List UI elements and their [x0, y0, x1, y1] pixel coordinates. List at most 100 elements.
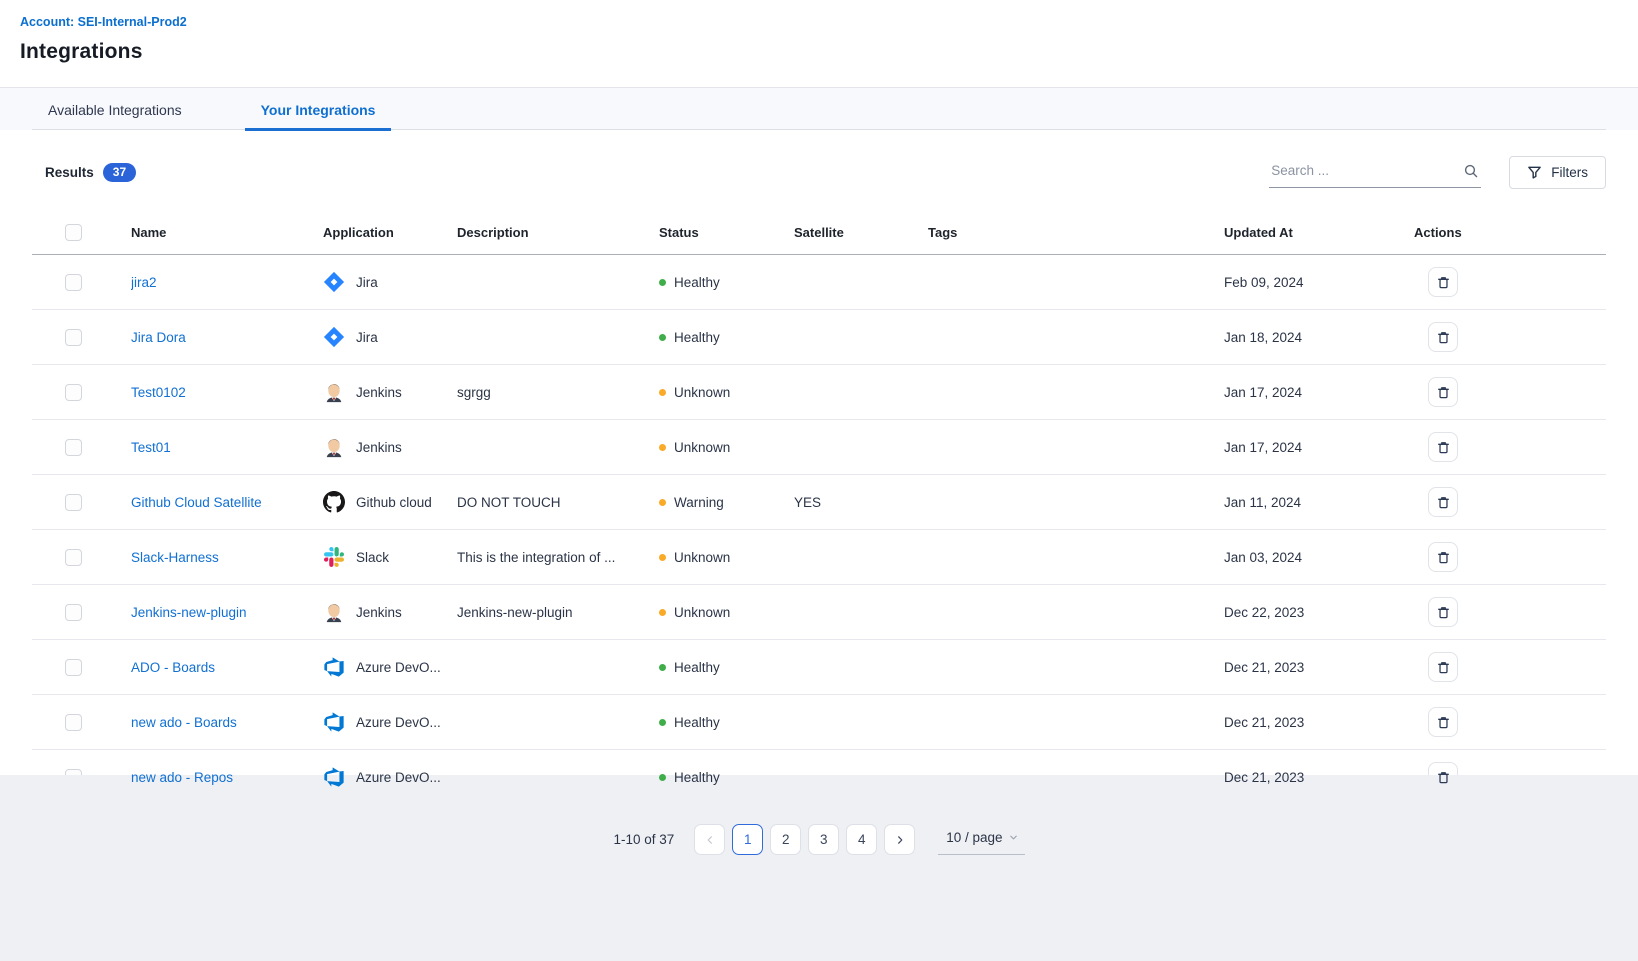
row-checkbox[interactable]	[65, 494, 82, 511]
description-cell: DO NOT TOUCH	[457, 475, 659, 530]
delete-button[interactable]	[1428, 432, 1458, 462]
status-label: Healthy	[674, 770, 720, 785]
column-header-actions: Actions	[1414, 212, 1606, 255]
column-header-tags: Tags	[928, 212, 1224, 255]
integration-name-link[interactable]: new ado - Boards	[131, 715, 237, 730]
status-label: Healthy	[674, 330, 720, 345]
column-header-description: Description	[457, 212, 659, 255]
description-cell	[457, 310, 659, 365]
azure-devops-icon	[323, 766, 345, 788]
description-cell: Jenkins-new-plugin	[457, 585, 659, 640]
description-cell	[457, 420, 659, 475]
table-header-row: NameApplicationDescriptionStatusSatellit…	[32, 212, 1606, 255]
tab-your-integrations[interactable]: Your Integrations	[245, 91, 392, 131]
integration-name-link[interactable]: Github Cloud Satellite	[131, 495, 262, 510]
page-title: Integrations	[20, 40, 1618, 64]
slack-icon	[323, 546, 345, 568]
trash-icon	[1436, 385, 1451, 400]
column-header-updated-at: Updated At	[1224, 212, 1414, 255]
table-row: new ado - BoardsAzure DevO...HealthyDec …	[32, 695, 1606, 750]
page-size-select[interactable]: 10 / page	[938, 825, 1024, 855]
previous-page-button[interactable]	[694, 824, 725, 855]
trash-icon	[1436, 660, 1451, 675]
row-checkbox[interactable]	[65, 604, 82, 621]
tags-cell	[928, 420, 1224, 475]
satellite-cell	[794, 695, 928, 750]
filters-label: Filters	[1551, 165, 1588, 180]
row-checkbox[interactable]	[65, 714, 82, 731]
description-cell: sgrgg	[457, 365, 659, 420]
integration-name-link[interactable]: jira2	[131, 275, 157, 290]
tags-cell	[928, 695, 1224, 750]
results-label: Results	[45, 165, 94, 180]
account-link[interactable]: Account: SEI-Internal-Prod2	[20, 15, 187, 29]
table-row: Test0102JenkinssgrggUnknownJan 17, 2024	[32, 365, 1606, 420]
status-dot	[659, 444, 666, 451]
status-dot	[659, 389, 666, 396]
page-button-3[interactable]: 3	[808, 824, 839, 855]
delete-button[interactable]	[1428, 597, 1458, 627]
integration-name-link[interactable]: ADO - Boards	[131, 660, 215, 675]
row-checkbox[interactable]	[65, 274, 82, 291]
status-label: Unknown	[674, 385, 730, 400]
row-checkbox[interactable]	[65, 384, 82, 401]
updated-at-cell: Dec 21, 2023	[1224, 695, 1414, 750]
column-header-satellite: Satellite	[794, 212, 928, 255]
description-cell	[457, 695, 659, 750]
status-dot	[659, 279, 666, 286]
row-checkbox[interactable]	[65, 549, 82, 566]
delete-button[interactable]	[1428, 707, 1458, 737]
delete-button[interactable]	[1428, 542, 1458, 572]
integration-name-link[interactable]: Slack-Harness	[131, 550, 219, 565]
table-body: jira2JiraHealthyFeb 09, 2024Jira DoraJir…	[32, 255, 1606, 805]
filter-funnel-icon	[1527, 165, 1542, 180]
results-count-badge: 37	[103, 163, 136, 182]
page-background	[0, 775, 1638, 961]
tab-available-integrations[interactable]: Available Integrations	[32, 91, 198, 131]
jenkins-icon	[323, 601, 345, 623]
description-cell: This is the integration of ...	[457, 530, 659, 585]
updated-at-cell: Jan 18, 2024	[1224, 310, 1414, 365]
page-button-1[interactable]: 1	[732, 824, 763, 855]
tags-cell	[928, 640, 1224, 695]
row-checkbox[interactable]	[65, 439, 82, 456]
delete-button[interactable]	[1428, 267, 1458, 297]
delete-button[interactable]	[1428, 487, 1458, 517]
application-label: Jira	[356, 330, 378, 345]
description-cell	[457, 255, 659, 310]
next-page-button[interactable]	[884, 824, 915, 855]
search-icon	[1463, 163, 1479, 184]
application-label: Azure DevO...	[356, 770, 441, 785]
delete-button[interactable]	[1428, 322, 1458, 352]
status-label: Unknown	[674, 605, 730, 620]
delete-button[interactable]	[1428, 652, 1458, 682]
row-checkbox[interactable]	[65, 329, 82, 346]
table-row: Slack-Harness Slack This is the integratio…	[32, 530, 1606, 585]
page-size-label: 10 / page	[946, 830, 1002, 845]
integration-name-link[interactable]: Test01	[131, 440, 171, 455]
integration-name-link[interactable]: Test0102	[131, 385, 186, 400]
delete-button[interactable]	[1428, 377, 1458, 407]
tags-cell	[928, 475, 1224, 530]
azure-devops-icon	[323, 711, 345, 733]
integration-name-link[interactable]: Jenkins-new-plugin	[131, 605, 247, 620]
updated-at-cell: Dec 21, 2023	[1224, 640, 1414, 695]
updated-at-cell: Feb 09, 2024	[1224, 255, 1414, 310]
application-label: Github cloud	[356, 495, 432, 510]
select-all-checkbox[interactable]	[65, 224, 82, 241]
integration-name-link[interactable]: new ado - Repos	[131, 770, 233, 785]
satellite-cell	[794, 365, 928, 420]
updated-at-cell: Jan 17, 2024	[1224, 420, 1414, 475]
integration-name-link[interactable]: Jira Dora	[131, 330, 186, 345]
chevron-down-icon	[1008, 832, 1019, 843]
application-label: Slack	[356, 550, 389, 565]
row-checkbox[interactable]	[65, 659, 82, 676]
filters-button[interactable]: Filters	[1509, 156, 1606, 189]
status-dot	[659, 554, 666, 561]
search-input[interactable]	[1271, 163, 1455, 178]
page-button-2[interactable]: 2	[770, 824, 801, 855]
page-button-4[interactable]: 4	[846, 824, 877, 855]
satellite-cell	[794, 585, 928, 640]
application-label: Jenkins	[356, 605, 402, 620]
satellite-cell	[794, 310, 928, 365]
